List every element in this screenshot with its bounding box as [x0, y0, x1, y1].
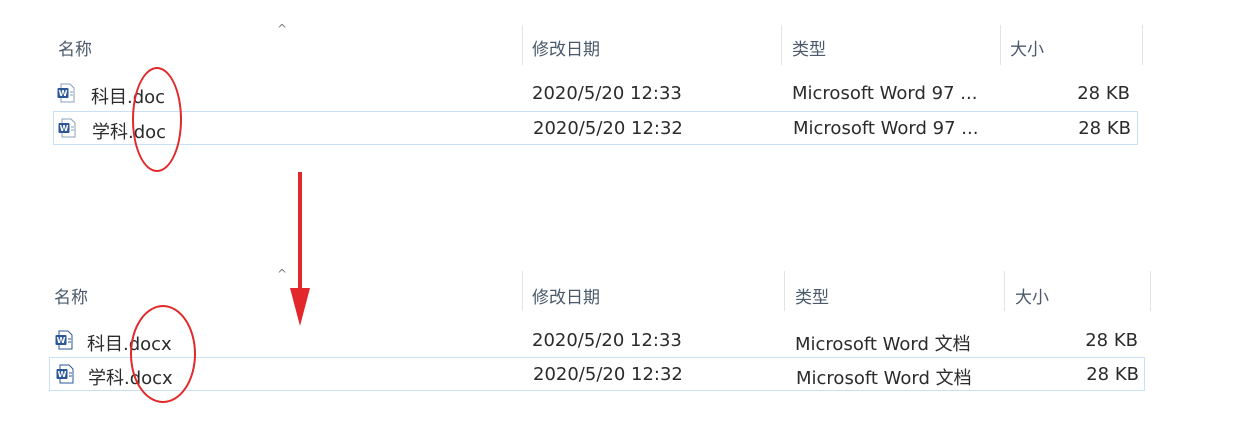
column-divider[interactable] [1004, 271, 1005, 311]
annotation-circle [132, 67, 182, 172]
svg-text:W: W [58, 370, 67, 379]
file-size: 28 KB [1086, 364, 1139, 385]
file-modified: 2020/5/20 12:33 [532, 330, 682, 351]
word-docx-icon: W [55, 330, 73, 350]
file-size: 28 KB [1085, 330, 1138, 351]
file-size: 28 KB [1077, 83, 1130, 104]
column-header-name[interactable]: 名称 [54, 283, 88, 308]
file-modified: 2020/5/20 12:33 [532, 83, 682, 104]
file-modified: 2020/5/20 12:32 [533, 118, 683, 139]
file-type: Microsoft Word 97 ... [793, 118, 979, 139]
file-row-selected[interactable]: W 学科.docx 2020/5/20 12:32 Microsoft Word… [49, 357, 1145, 391]
column-divider[interactable] [522, 271, 523, 311]
column-header-type[interactable]: 类型 [795, 283, 829, 308]
svg-text:W: W [60, 124, 69, 133]
file-modified: 2020/5/20 12:32 [533, 364, 683, 385]
column-divider[interactable] [784, 271, 785, 311]
column-divider[interactable] [1142, 25, 1143, 65]
annotation-circle [130, 305, 196, 403]
column-header-size[interactable]: 大小 [1015, 283, 1049, 308]
column-header-size[interactable]: 大小 [1010, 35, 1044, 60]
file-list-before: ^ 名称 修改日期 类型 大小 W 科目.doc 2020/5/20 12:33… [0, 0, 1235, 170]
column-header-modified[interactable]: 修改日期 [532, 283, 600, 308]
column-header-name[interactable]: 名称 [58, 35, 92, 60]
sort-ascending-icon[interactable]: ^ [277, 267, 287, 281]
file-size: 28 KB [1078, 118, 1131, 139]
file-row[interactable]: W 科目.docx 2020/5/20 12:33 Microsoft Word… [50, 324, 1145, 356]
column-divider[interactable] [1000, 25, 1001, 65]
file-row[interactable]: W 科目.doc 2020/5/20 12:33 Microsoft Word … [54, 77, 1138, 109]
word-doc-icon: W [58, 118, 76, 138]
column-divider[interactable] [522, 25, 523, 65]
column-header-type[interactable]: 类型 [792, 35, 826, 60]
svg-text:W: W [59, 89, 68, 98]
word-docx-icon: W [56, 364, 74, 384]
file-type: Microsoft Word 文档 [795, 334, 971, 355]
column-divider[interactable] [781, 25, 782, 65]
file-row-selected[interactable]: W 学科.doc 2020/5/20 12:32 Microsoft Word … [53, 111, 1138, 145]
column-divider[interactable] [1150, 271, 1151, 311]
file-type: Microsoft Word 97 ... [792, 83, 978, 104]
file-type: Microsoft Word 文档 [796, 368, 972, 389]
svg-text:W: W [57, 336, 66, 345]
word-doc-icon: W [57, 83, 75, 103]
column-header-modified[interactable]: 修改日期 [532, 35, 600, 60]
sort-ascending-icon[interactable]: ^ [277, 22, 287, 36]
